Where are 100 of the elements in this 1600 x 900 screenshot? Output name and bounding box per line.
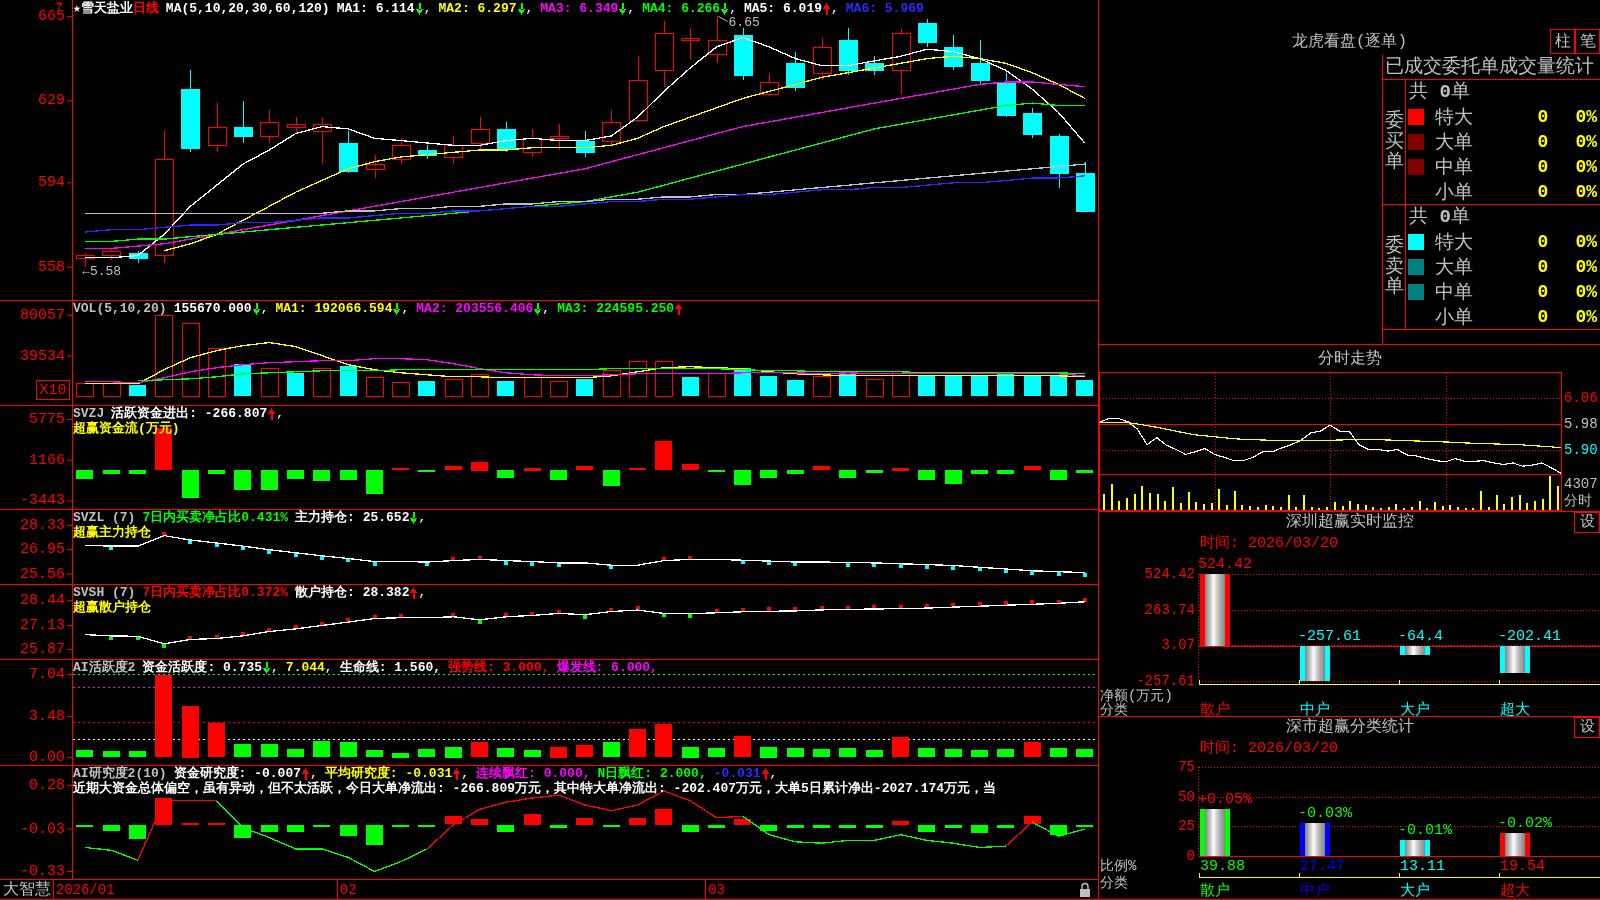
- indicator-reading: MA2: 203556.406: [416, 301, 534, 316]
- group-label: 委卖单: [1384, 235, 1404, 299]
- axis-tick-label: 28.33: [20, 516, 65, 534]
- candlestick: [760, 72, 779, 97]
- view-toggle-button[interactable]: 柱: [1550, 29, 1575, 54]
- indicator-name: ★雪天盐业: [73, 1, 133, 16]
- separator: ,: [324, 660, 333, 675]
- axis-tick-label: 665: [38, 7, 65, 25]
- axis-tick-label: -257.61: [1136, 673, 1195, 689]
- separator: ,: [401, 301, 410, 316]
- axis-unit-label: X10: [36, 380, 70, 400]
- separator: ,: [260, 301, 269, 316]
- category-label: 散户: [1200, 701, 1230, 716]
- axis-tick-label: 0.28: [29, 776, 65, 794]
- order-count: 0: [1536, 106, 1550, 127]
- change-label: -0.03%: [1298, 804, 1352, 822]
- table-title: 已成交委托单成交量统计: [1383, 55, 1600, 80]
- axis-tick-label: 594: [38, 174, 65, 192]
- separator: ,: [418, 510, 427, 525]
- candlestick: [813, 37, 832, 81]
- app-name: 大智慧: [3, 881, 51, 899]
- order-count: 0: [1536, 131, 1550, 152]
- axis-tick-label: 39534: [20, 347, 65, 365]
- indicator-reading: -0.031: [713, 766, 761, 781]
- indicator-name: SVZL (7): [73, 510, 136, 525]
- indicator-reading: 主力持仓: 25.652: [295, 510, 410, 525]
- indicator-reading: 强势线: 3.000,: [448, 660, 550, 675]
- order-percent: 0%: [1574, 256, 1597, 277]
- indicator-reading: 资金研究度: -0.007: [173, 766, 302, 781]
- order-count: 0: [1536, 231, 1550, 252]
- indicator-reading: MA3: 6.349: [540, 1, 619, 16]
- candlestick: [1050, 133, 1069, 188]
- order-size-label: 中单: [1435, 280, 1474, 305]
- axis-tick-label: -0.03: [20, 820, 65, 838]
- indicator-reading: 155670.000: [173, 301, 252, 316]
- indicator-name: SVZJ: [73, 406, 105, 421]
- change-label: -0.01%: [1398, 821, 1452, 839]
- indicator-name: AI研究度2(10): [73, 766, 167, 781]
- date-label: 2026/01: [55, 882, 115, 898]
- axis-tick-label: 558: [38, 258, 65, 276]
- order-size-label: 小单: [1435, 180, 1474, 205]
- axis-tick-label: 3.07: [1161, 637, 1195, 654]
- separator: ,: [525, 1, 534, 16]
- candlestick: [1023, 107, 1042, 139]
- indicator-reading: 活跃资金进出: -266.807: [111, 406, 268, 421]
- separator: ,: [276, 406, 285, 421]
- candlestick: [839, 27, 858, 76]
- timestamp-label: 时间: 2026/03/20: [1200, 740, 1339, 757]
- change-label: -0.02%: [1498, 814, 1552, 832]
- indicator-reading: MA3: 224595.250: [557, 301, 675, 316]
- order-total: 共 0单: [1408, 80, 1471, 104]
- indicator-reading: 平均研究度: -0.031: [324, 766, 453, 781]
- order-count: 0: [1536, 156, 1550, 177]
- order-count: 0: [1536, 256, 1550, 277]
- indicator-reading: MA6: 5.969: [845, 1, 924, 16]
- axis-tick-label: 27.13: [20, 617, 65, 634]
- axis-label: 净额(万元): [1100, 688, 1173, 704]
- indicator-reading: MA(5,10,20,30,60,120): [165, 1, 330, 16]
- axis-tick-label: 80057: [20, 306, 65, 324]
- settings-button[interactable]: 设: [1574, 717, 1600, 738]
- candlestick: [971, 39, 990, 85]
- indicator-reading: 资金活跃度: 0.735: [142, 660, 262, 675]
- date-label: 02: [339, 882, 357, 898]
- order-total: 共 0单: [1408, 205, 1471, 229]
- separator: ,: [310, 766, 318, 781]
- indicator-reading: MA2: 6.297: [438, 1, 517, 16]
- axis-tick-label: 5775: [29, 410, 65, 428]
- axis-tick-label: -3443: [20, 492, 65, 509]
- indicator-caption: 近期大资金总体偏空，虽有异动，但不太活跃，今日大单净流出: -266.809万元，其中特大单净流出: -202.407万元，大单5日累计净出-2027.174万元，当: [73, 781, 997, 796]
- category-label: 散户: [1200, 882, 1230, 899]
- settings-button[interactable]: 设: [1574, 512, 1600, 533]
- indicator-reading: MA5: 6.019: [743, 1, 822, 16]
- axis-tick-label: 0.00: [29, 748, 65, 765]
- panel-title: 龙虎看盘(逐单): [1291, 31, 1408, 52]
- order-percent: 0%: [1574, 231, 1597, 252]
- value-label: 39.88: [1200, 857, 1245, 875]
- axis-label: 比例%: [1100, 858, 1137, 874]
- order-percent: 0%: [1574, 106, 1597, 127]
- lock-icon: [1080, 882, 1090, 897]
- axis-tick-label: 0: [1186, 848, 1195, 864]
- indicator-reading: 散户持仓: 28.382: [295, 585, 410, 600]
- separator: ,: [423, 1, 432, 16]
- separator: ,: [729, 1, 737, 16]
- indicator-caption: 超赢散户持仓: [73, 600, 151, 615]
- candlestick: [918, 18, 937, 48]
- separator: ,: [461, 766, 470, 781]
- indicator-reading: 爆发线: 6.000,: [556, 660, 658, 675]
- order-size-label: 小单: [1435, 305, 1474, 330]
- order-percent: 0%: [1574, 131, 1597, 152]
- indicator-caption: 超赢主力持仓: [73, 525, 151, 540]
- axis-tick-label: 7.04: [29, 666, 65, 683]
- view-toggle-button[interactable]: 笔: [1575, 29, 1600, 54]
- axis-tick-label: 524.42: [1144, 566, 1195, 582]
- axis-tick-label: 3.48: [29, 707, 65, 725]
- indicator-reading: N日飘红: 2.000,: [597, 766, 707, 781]
- order-percent: 0%: [1574, 156, 1597, 177]
- order-size-label: 特大: [1435, 105, 1474, 130]
- axis-tick-label: 28.44: [20, 592, 65, 610]
- date-label: 03: [708, 882, 725, 898]
- axis-tick-label: 263.74: [1144, 601, 1195, 618]
